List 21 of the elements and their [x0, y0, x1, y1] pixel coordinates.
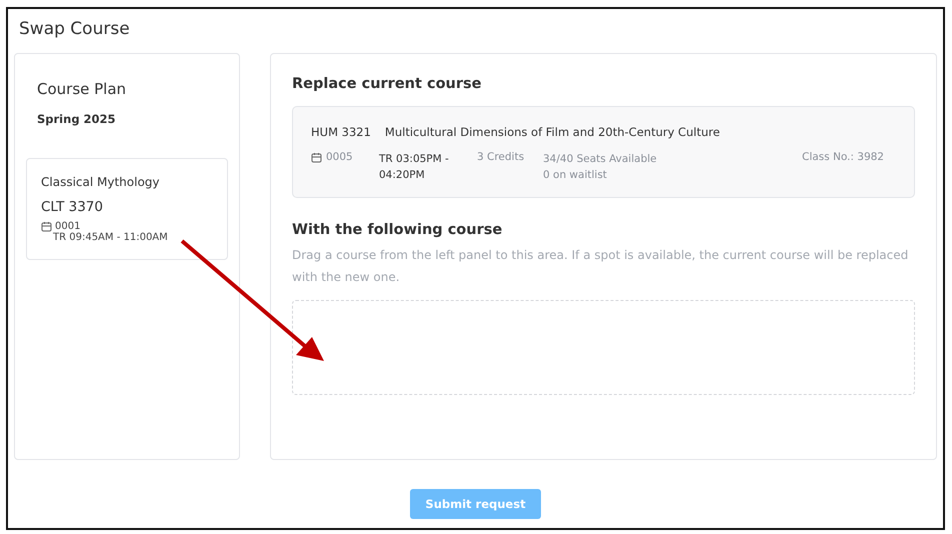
term-label: Spring 2025	[37, 112, 117, 126]
section-heading: With the following course	[292, 222, 504, 238]
calendar-icon	[41, 221, 52, 232]
course-schedule: TR 03:05PM - 04:20PM	[379, 152, 450, 183]
calendar-icon	[311, 152, 322, 162]
seats-available: 34/40 Seats Available	[543, 152, 658, 167]
section-heading: Replace current course	[292, 76, 482, 92]
window-title: Swap Course	[18, 18, 131, 41]
waitlist-count: 0 on waitlist	[543, 168, 608, 183]
course-schedule: TR 09:45AM - 11:00AM	[53, 232, 169, 243]
panel-title: Course Plan	[37, 80, 128, 98]
class-number: Class No.: 3982	[802, 151, 884, 163]
course-name: Classical Mythology	[41, 175, 161, 189]
course-code: CLT 3370	[41, 199, 104, 215]
section-number: 0001	[55, 221, 80, 232]
course-card[interactable]: Classical Mythology CLT 3370 0001 TR 09:45AM - 11:00AM	[26, 158, 228, 260]
drop-instructions: Drag a course from the left panel to this area. If a spot is available, the current course will be replaced with the new one.	[292, 247, 910, 286]
course-name: Multicultural Dimensions of Film and 20th-Century Culture	[384, 125, 720, 139]
section-number: 0005	[326, 151, 353, 163]
course-credits: 3 Credits	[477, 151, 526, 163]
course-code: HUM 3321	[311, 125, 371, 139]
